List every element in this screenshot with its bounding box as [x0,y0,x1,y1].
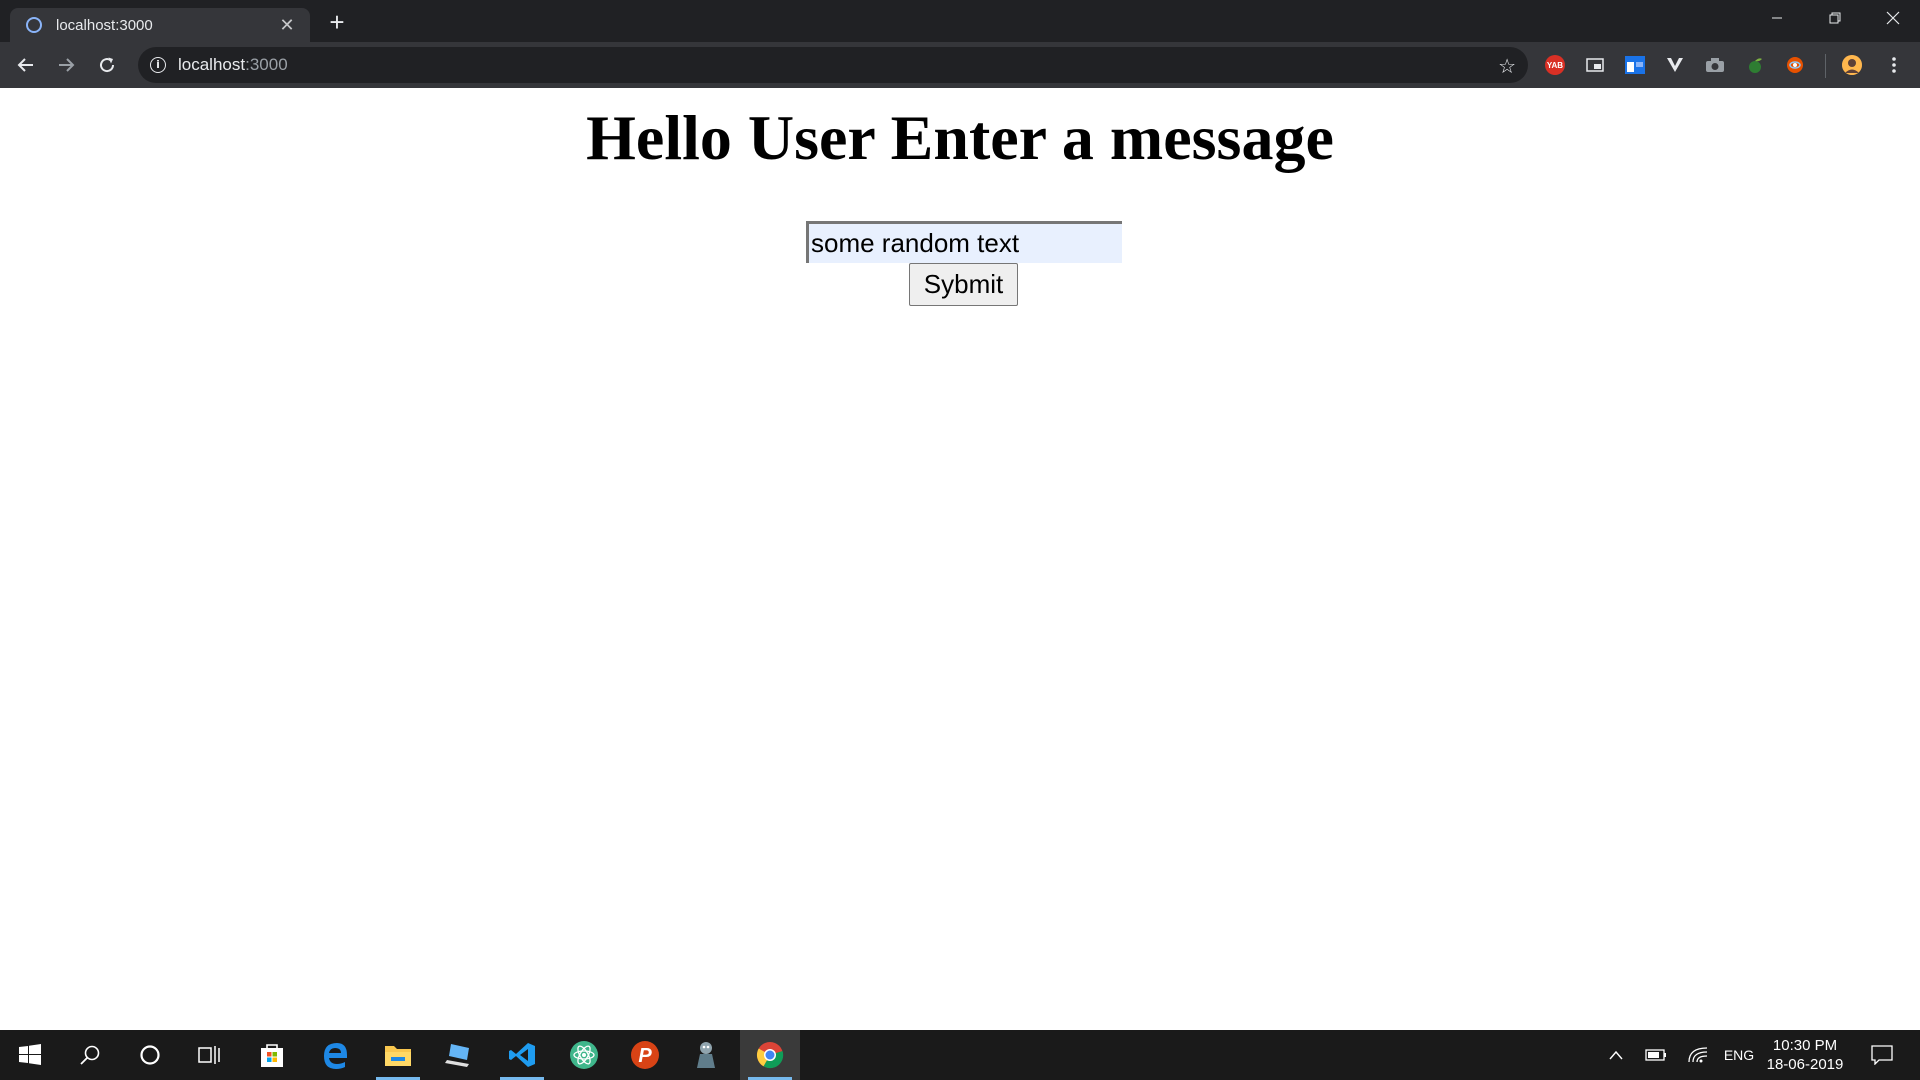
yab-extension-icon[interactable]: YAB [1545,55,1565,75]
start-button[interactable] [0,1030,60,1080]
p-app[interactable]: P [615,1030,675,1080]
atom-app[interactable] [554,1030,614,1080]
browser-title-bar: localhost:3000 ✕ + [0,0,1920,42]
vscode-app[interactable] [492,1030,552,1080]
minimize-button[interactable] [1748,0,1806,36]
close-window-button[interactable] [1864,0,1920,36]
character-app[interactable] [676,1030,736,1080]
browser-toolbar: i localhost:3000 ☆ YAB [0,42,1920,88]
character-icon [697,1042,715,1068]
wifi-button[interactable] [1682,1030,1714,1080]
search-button[interactable] [60,1030,120,1080]
p-icon: P [631,1041,659,1069]
edge-icon [324,1043,347,1069]
chevron-up-icon [1609,1050,1623,1060]
screen: localhost:3000 ✕ + i localhost:3000 ☆ YA [0,0,1920,1080]
reload-button[interactable] [91,49,123,81]
cortana-icon [140,1045,160,1065]
battery-icon [1645,1049,1666,1061]
toolbar-separator [1825,54,1826,78]
clock-time: 10:30 PM [1772,1037,1838,1054]
windows-taskbar: P ENG 10:30 PM 18-06-2019 [0,1030,1920,1080]
bookmark-star-icon[interactable]: ☆ [1498,54,1516,78]
edge-app[interactable] [305,1030,365,1080]
search-icon [80,1045,100,1065]
close-icon [1886,11,1900,25]
action-center-button[interactable] [1862,1030,1902,1080]
url-host: localhost [178,55,246,74]
new-tab-button[interactable]: + [322,8,352,38]
vscode-icon [509,1043,535,1067]
language-indicator[interactable]: ENG [1722,1030,1756,1080]
address-bar[interactable]: i localhost:3000 ☆ [138,47,1528,83]
store-icon [261,1044,283,1067]
battery-button[interactable] [1640,1030,1672,1080]
system-clock[interactable]: 10:30 PM 18-06-2019 [1760,1036,1850,1074]
store-app[interactable] [242,1030,302,1080]
arrow-right-icon [59,58,75,72]
clock-date: 18-06-2019 [1766,1056,1844,1073]
vimeo-extension-icon[interactable] [1665,55,1685,75]
show-hidden-icons-button[interactable] [1602,1030,1630,1080]
restore-button[interactable] [1806,0,1864,36]
profile-avatar[interactable] [1842,55,1862,75]
arrow-left-icon [17,58,33,72]
laptop-icon [445,1044,469,1067]
chrome-icon [756,1042,784,1069]
minimize-icon [1772,17,1782,19]
chrome-menu-icon[interactable] [1884,55,1904,75]
svg-text:P: P [638,1045,652,1067]
url-port: :3000 [245,55,288,74]
restore-icon [1829,12,1841,24]
web-page: Hello User Enter a message Sybmit [0,88,1920,1030]
windows-icon [19,1044,41,1065]
wifi-icon [1688,1047,1708,1063]
message-input[interactable] [806,221,1122,263]
site-info-icon[interactable]: i [150,57,166,73]
loading-favicon-icon [26,17,42,33]
file-explorer-app[interactable] [368,1030,428,1080]
picture-in-picture-icon[interactable] [1585,55,1605,75]
cortana-button[interactable] [120,1030,180,1080]
camera-extension-icon[interactable] [1705,55,1725,75]
browser-tab[interactable]: localhost:3000 ✕ [10,8,310,42]
task-view-icon [198,1046,220,1064]
folder-icon [385,1046,411,1066]
tab-close-icon[interactable]: ✕ [276,15,298,36]
globe-extension-icon[interactable] [1785,55,1805,75]
leaf-extension-icon[interactable] [1745,55,1765,75]
tab-title: localhost:3000 [56,16,153,34]
atom-icon [570,1041,598,1069]
page-heading: Hello User Enter a message [586,102,1334,173]
device-app[interactable] [429,1030,489,1080]
task-view-button[interactable] [180,1030,240,1080]
reload-icon [100,57,115,73]
forward-button[interactable] [50,49,82,81]
window-extension-icon[interactable] [1625,55,1645,75]
chrome-app[interactable] [740,1030,800,1080]
submit-button[interactable]: Sybmit [909,263,1018,306]
notification-icon [1871,1045,1893,1065]
back-button[interactable] [10,49,42,81]
